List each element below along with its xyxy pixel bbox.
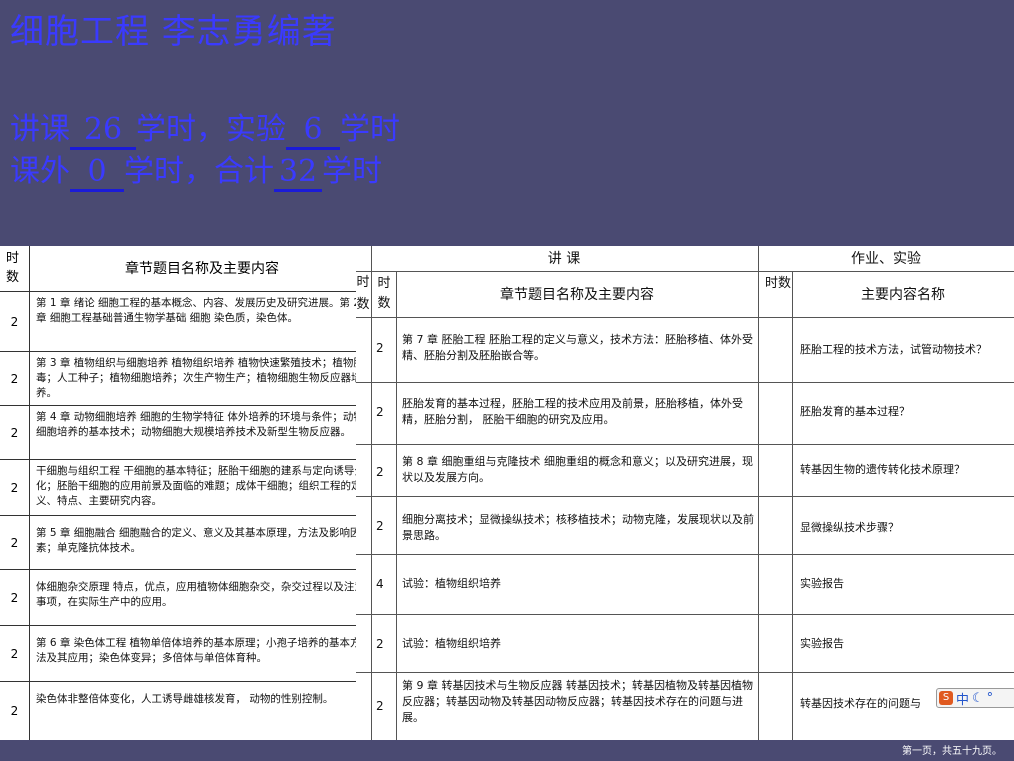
header-main-content: 主要内容名称 — [861, 287, 945, 303]
row-content: 干细胞与组织工程 干细胞的基本特征；胚胎干细胞的建系与定向诱导分化；胚胎干细胞的… — [36, 465, 365, 507]
row-main-content: 胚胎工程的技术方法，试管动物技术？ — [800, 343, 987, 356]
hours-unit: 学时 — [340, 112, 400, 147]
header-hours: 时数 — [0, 246, 30, 292]
total-label: 学时，合计 — [124, 154, 274, 189]
syllabus-table-right: 讲 课 作业、实验 时数 时数 章节题目名称及主要内容 时数 主要内容名称 2 … — [356, 246, 1014, 740]
ime-mode-label[interactable]: 中 — [956, 689, 969, 708]
divider — [371, 246, 372, 740]
header-hours: 时数 — [377, 276, 391, 311]
row-content: 染色体非整倍体变化，人工诱导雌雄核发育， 动物的性别控制。 — [36, 693, 334, 705]
header-content: 章节题目名称及主要内容 — [125, 261, 279, 277]
header-content: 章节题目名称及主要内容 — [500, 287, 654, 303]
row-hours: 2 — [376, 405, 384, 419]
divider — [356, 554, 1014, 555]
row-hours: 4 — [376, 577, 384, 591]
divider — [396, 271, 397, 740]
row-content: 第 4 章 动物细胞培养 细胞的生物学特征 体外培养的环境与条件；动物细胞培养的… — [36, 411, 364, 438]
table-row: 2 第 6 章 染色体工程 植物单倍体培养的基本原理；小孢子培养的基本方法及其应… — [0, 626, 374, 682]
lecture-hours-line: 讲课 26 学时，实验 6 学时 — [10, 104, 400, 150]
header-homework-group: 作业、实验 — [851, 251, 921, 267]
lab-hours-value: 6 — [286, 112, 340, 150]
table-row: 2 干细胞与组织工程 干细胞的基本特征；胚胎干细胞的建系与定向诱导分化；胚胎干细… — [0, 460, 374, 516]
row-hours: 2 — [376, 465, 384, 479]
moon-icon[interactable]: ☾ — [972, 691, 984, 706]
table-row: 2 第 3 章 植物组织与细胞培养 植物组织培养 植物快速繁殖技术；植物脱毒；人… — [0, 352, 374, 406]
row-hours: 2 — [0, 516, 30, 569]
hours-unit: 学时 — [322, 154, 382, 189]
row-hours: 2 — [0, 460, 30, 515]
divider — [356, 382, 1014, 383]
header-hours-fragment: 时数 — [356, 275, 370, 312]
page-footer: 第一页，共五十九页。 — [902, 746, 1002, 757]
row-main-content: 转基因生物的遗传转化技术原理？ — [800, 463, 965, 476]
row-hours: 2 — [0, 682, 30, 740]
divider — [356, 444, 1014, 445]
divider — [356, 496, 1014, 497]
table-row: 2 体细胞杂交原理 特点，优点，应用植物体细胞杂交，杂交过程以及注意事项，在实际… — [0, 570, 374, 626]
total-hours-value: 32 — [274, 154, 322, 192]
row-hours: 2 — [0, 292, 30, 351]
row-hours: 2 — [376, 699, 384, 713]
row-main-content: 实验报告 — [800, 577, 844, 590]
row-content: 试验：植物组织培养 — [402, 577, 501, 590]
table-row: 2 第 5 章 细胞融合 细胞融合的定义、意义及其基本原理，方法及影响因素；单克… — [0, 516, 374, 570]
divider — [356, 614, 1014, 615]
row-hours: 2 — [376, 519, 384, 533]
punctuation-icon[interactable]: ° — [987, 691, 994, 706]
row-hours: 2 — [0, 352, 30, 405]
ime-toolbar[interactable]: S 中 ☾ ° — [936, 688, 1014, 708]
row-main-content: 实验报告 — [800, 637, 844, 650]
syllabus-table-left: 时数 章节题目名称及主要内容 2 第 1 章 绪论 细胞工程的基本概念、内容、发… — [0, 246, 374, 740]
table-row: 2 第 4 章 动物细胞培养 细胞的生物学特征 体外培养的环境与条件；动物细胞培… — [0, 406, 374, 460]
divider — [356, 672, 1014, 673]
divider — [356, 317, 1014, 318]
table-row: 2 染色体非整倍体变化，人工诱导雌雄核发育， 动物的性别控制。 — [0, 682, 374, 740]
page-title: 细胞工程 李志勇编著 — [10, 12, 337, 52]
divider — [792, 271, 793, 740]
row-hours: 2 — [0, 626, 30, 681]
header-hours: 时数 — [764, 276, 791, 291]
lecture-hours-value: 26 — [70, 112, 136, 150]
row-content: 胚胎发育的基本过程，胚胎工程的技术应用及前景，胚胎移植，体外受精，胚胎分割， 胚… — [402, 397, 743, 426]
row-content: 第 8 章 细胞重组与克隆技术 细胞重组的概念和意义；以及研究进展，现状以及发展… — [402, 455, 753, 484]
extra-hours-value: 0 — [70, 154, 124, 192]
row-main-content: 显微操纵技术步骤？ — [800, 521, 899, 534]
row-hours: 2 — [0, 406, 30, 459]
row-content: 第 7 章 胚胎工程 胚胎工程的定义与意义，技术方法：胚胎移植、体外受精、胚胎分… — [402, 333, 753, 362]
divider — [758, 246, 759, 740]
lab-label: 学时，实验 — [136, 112, 286, 147]
row-content: 体细胞杂交原理 特点，优点，应用植物体细胞杂交，杂交过程以及注意事项，在实际生产… — [36, 581, 365, 608]
header-lecture-group: 讲 课 — [547, 251, 581, 267]
row-hours: 2 — [376, 341, 384, 355]
row-content: 第 3 章 植物组织与细胞培养 植物组织培养 植物快速繁殖技术；植物脱毒；人工种… — [36, 357, 364, 399]
ime-logo-icon: S — [939, 691, 953, 705]
row-content: 第 1 章 绪论 细胞工程的基本概念、内容、发展历史及研究进展。第 2 章 细胞… — [36, 297, 361, 324]
row-hours: 2 — [376, 637, 384, 651]
row-content: 第 5 章 细胞融合 细胞融合的定义、意义及其基本原理，方法及影响因素；单克隆抗… — [36, 527, 361, 554]
row-content: 第 6 章 染色体工程 植物单倍体培养的基本原理；小孢子培养的基本方法及其应用；… — [36, 637, 361, 664]
row-main-content: 胚胎发育的基本过程？ — [800, 405, 910, 418]
row-content: 试验：植物组织培养 — [402, 637, 501, 650]
extra-hours-line: 课外 0 学时，合计 32 学时 — [10, 146, 382, 192]
lecture-label: 讲课 — [10, 112, 70, 147]
table-row: 2 第 1 章 绪论 细胞工程的基本概念、内容、发展历史及研究进展。第 2 章 … — [0, 292, 374, 352]
row-content: 细胞分离技术；显微操纵技术；核移植技术；动物克隆，发展现状以及前景思路。 — [402, 513, 754, 542]
row-content: 第 9 章 转基因技术与生物反应器 转基因技术；转基因植物及转基因植物反应器；转… — [402, 679, 753, 724]
extra-label: 课外 — [10, 154, 70, 189]
row-hours: 2 — [0, 570, 30, 625]
table-header: 时数 章节题目名称及主要内容 — [0, 246, 374, 292]
divider — [356, 271, 1014, 272]
